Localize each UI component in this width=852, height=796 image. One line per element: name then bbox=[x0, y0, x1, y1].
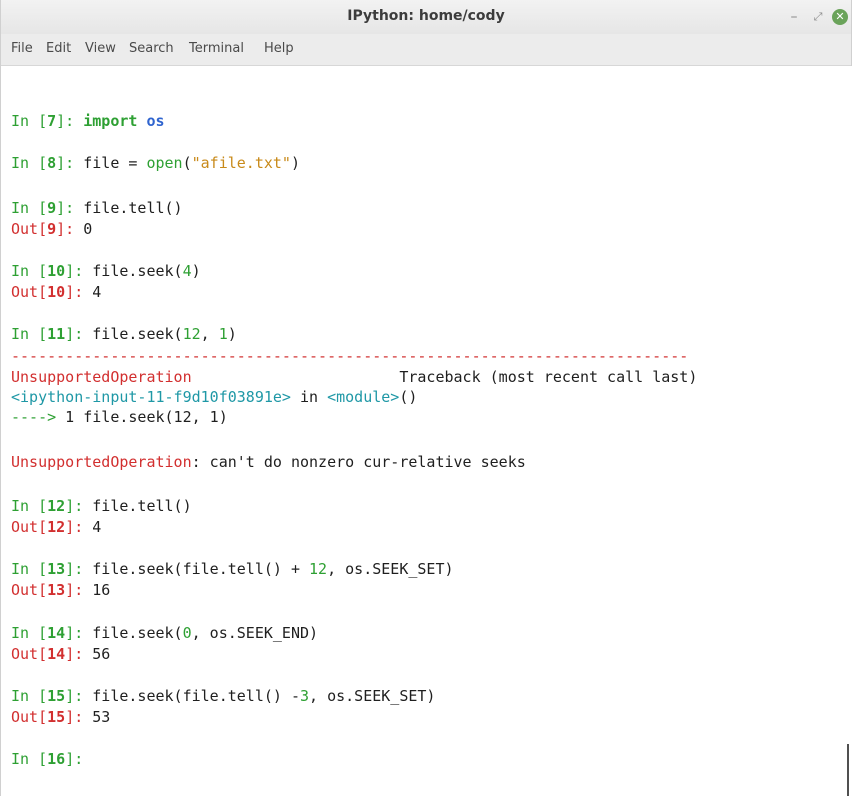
menu-terminal[interactable]: Terminal bbox=[189, 41, 244, 56]
input-line-15: In [15]: file.seek(file.tell() -3, os.SE… bbox=[11, 687, 436, 705]
terminal-output[interactable]: In [7]: import os In [8]: file = open("a… bbox=[1, 66, 852, 796]
menu-bar: File Edit View Search Terminal Help bbox=[1, 34, 851, 66]
output-line-13: Out[13]: 16 bbox=[11, 581, 111, 599]
scrollbar[interactable] bbox=[847, 744, 849, 796]
traceback-rule: ----------------------------------------… bbox=[11, 347, 689, 365]
input-line-9: In [9]: file.tell() bbox=[11, 199, 183, 217]
input-line-10: In [10]: file.seek(4) bbox=[11, 262, 201, 280]
input-line-13: In [13]: file.seek(file.tell() + 12, os.… bbox=[11, 560, 454, 578]
title-bar[interactable]: IPython: home/cody – ⤢ ✕ bbox=[1, 0, 851, 34]
menu-help[interactable]: Help bbox=[264, 41, 294, 56]
output-line-14: Out[14]: 56 bbox=[11, 645, 111, 663]
minimize-icon[interactable]: – bbox=[787, 9, 801, 25]
output-line-15: Out[15]: 53 bbox=[11, 708, 111, 726]
input-line-12: In [12]: file.tell() bbox=[11, 497, 192, 515]
traceback-header: UnsupportedOperation Traceback (most rec… bbox=[11, 368, 698, 386]
traceback-location: <ipython-input-11-f9d10f03891e> in <modu… bbox=[11, 388, 418, 406]
menu-search[interactable]: Search bbox=[129, 41, 174, 56]
menu-file[interactable]: File bbox=[11, 41, 33, 56]
window-title: IPython: home/cody bbox=[347, 8, 505, 24]
error-message: UnsupportedOperation: can't do nonzero c… bbox=[11, 453, 526, 471]
maximize-icon[interactable]: ⤢ bbox=[811, 9, 825, 25]
input-line-14: In [14]: file.seek(0, os.SEEK_END) bbox=[11, 624, 319, 642]
input-line-8: In [8]: file = open("afile.txt") bbox=[11, 154, 300, 172]
traceback-arrow-line: ----> 1 file.seek(12, 1) bbox=[11, 408, 228, 426]
output-line-9: Out[9]: 0 bbox=[11, 220, 93, 238]
current-prompt[interactable]: In [16]: bbox=[11, 749, 92, 769]
menu-edit[interactable]: Edit bbox=[46, 41, 71, 56]
menu-view[interactable]: View bbox=[85, 41, 116, 56]
terminal-window: IPython: home/cody – ⤢ ✕ File Edit View … bbox=[0, 0, 852, 796]
input-line-7: In [7]: import os bbox=[11, 112, 165, 130]
input-line-11: In [11]: file.seek(12, 1) bbox=[11, 325, 237, 343]
output-line-10: Out[10]: 4 bbox=[11, 283, 102, 301]
output-line-12: Out[12]: 4 bbox=[11, 518, 102, 536]
close-icon[interactable]: ✕ bbox=[832, 9, 848, 25]
